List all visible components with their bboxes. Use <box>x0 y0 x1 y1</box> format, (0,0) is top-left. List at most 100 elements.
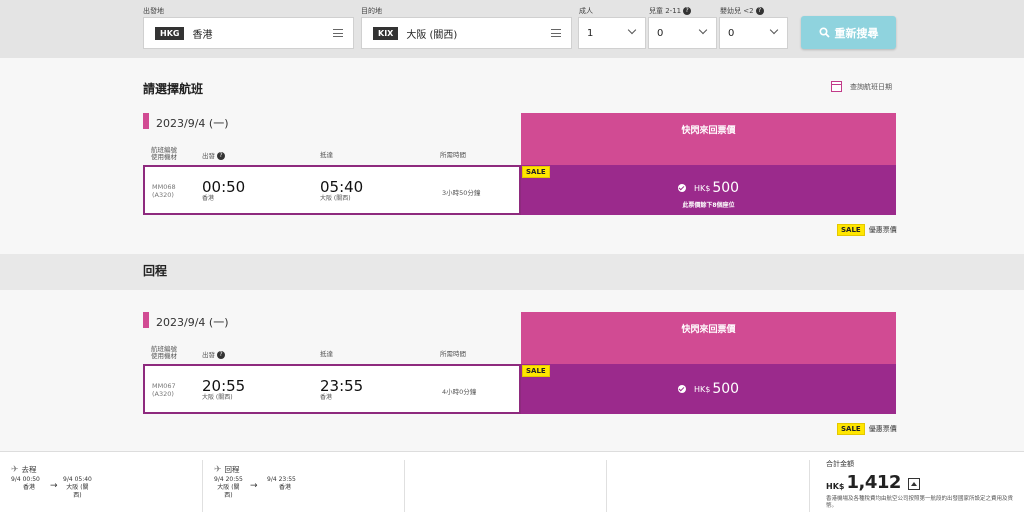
return-title-text: 回程 <box>224 465 240 474</box>
child-value: 0 <box>657 27 664 39</box>
col-duration-header: 所需時間 <box>440 151 466 159</box>
infant-label: 嬰幼兒 <2? <box>720 6 764 16</box>
adult-value: 1 <box>587 27 594 39</box>
arrow-icon: → <box>250 481 258 491</box>
return-heading: 回程 <box>143 264 168 278</box>
col-depart-header: 出發? <box>202 351 225 359</box>
check-flight-dates-link[interactable]: 查詢航班日期 <box>831 81 892 92</box>
outbound-summary: ✈ 去程 <box>11 464 37 475</box>
help-icon[interactable]: ? <box>217 152 225 160</box>
outbound-date: 2023/9/4 (一) <box>156 117 229 130</box>
outbound-arrival: 9/4 05:40 大阪 (關 西) <box>63 476 92 500</box>
return-dep-time: 9/4 20:55 <box>214 476 243 483</box>
return-fare-cell[interactable]: SALE HK$ 500 <box>521 364 896 414</box>
list-icon[interactable] <box>333 29 343 37</box>
return-dep-place-2: 西) <box>224 492 233 499</box>
sale-badge: SALE <box>522 365 550 377</box>
return-arr-place: 香港 <box>279 484 292 491</box>
help-icon[interactable]: ? <box>683 7 692 15</box>
search-icon <box>818 27 830 38</box>
arrival-place: 香港 <box>320 394 333 401</box>
return-departure: 9/4 20:55 大阪 (關 西) <box>214 476 243 500</box>
sale-legend: SALE 優惠票價 <box>837 423 897 435</box>
arrow-icon: → <box>50 481 58 491</box>
sale-badge: SALE <box>837 423 865 435</box>
arrival-place: 大阪 (關西) <box>320 195 351 202</box>
adult-label: 成人 <box>579 7 593 15</box>
return-dep-place: 大阪 (關 <box>217 484 240 491</box>
total-amount: 1,412 <box>846 472 901 493</box>
date-marker <box>143 113 149 129</box>
date-marker <box>143 312 149 328</box>
duration: 4小時0分鐘 <box>442 388 477 396</box>
sale-badge: SALE <box>837 224 865 236</box>
return-arrival: 9/4 23:55 香港 <box>267 476 296 492</box>
plane-icon: ✈ <box>11 464 19 475</box>
origin-city: 香港 <box>192 29 213 41</box>
origin-field[interactable]: HKG 香港 <box>143 17 354 49</box>
price-amount: 500 <box>712 381 740 397</box>
destination-field[interactable]: KIX 大阪 (關西) <box>361 17 572 49</box>
fare-price: HK$ 500 <box>521 381 896 397</box>
arrival-time: 05:40 <box>320 178 364 196</box>
col-flight-header: 航班編號 使用機材 <box>151 346 177 360</box>
seats-remaining: 此票價餘下8個座位 <box>682 202 735 209</box>
help-icon[interactable]: ? <box>217 351 225 359</box>
legend-text: 優惠票價 <box>868 226 897 234</box>
col-arrive-header: 抵達 <box>320 350 333 358</box>
col-depart-header: 出發? <box>202 152 225 160</box>
currency: HK$ <box>693 183 711 193</box>
flight-number: MM067 (A320) <box>152 382 176 398</box>
search-button-label: 重新搜尋 <box>834 26 879 40</box>
origin-code: HKG <box>155 26 185 40</box>
return-arr-time: 9/4 23:55 <box>267 476 296 483</box>
dest-label: 目的地 <box>361 7 382 15</box>
outbound-flight-row[interactable]: MM068 (A320) 00:50 香港 05:40 大阪 (關西) 3小時50… <box>143 165 521 215</box>
currency: HK$ <box>693 384 711 394</box>
chevron-down-icon <box>627 25 637 35</box>
search-bar: 出發地 HKG 香港 目的地 KIX 大阪 (關西) 成人 1 兒童 2-11?… <box>0 0 1024 58</box>
fare-price: HK$ 500 <box>521 180 896 196</box>
list-icon[interactable] <box>551 29 561 37</box>
col-depart-text: 出發 <box>202 152 215 160</box>
dest-city: 大阪 (關西) <box>406 29 458 41</box>
col-aircraft: 使用機材 <box>151 352 177 360</box>
total-label: 合計金額 <box>826 460 854 468</box>
departure-time: 00:50 <box>202 178 246 196</box>
outbound-arr-place: 大阪 (關 <box>66 484 89 491</box>
child-label: 兒童 2-11? <box>649 6 692 16</box>
return-summary-title: ✈ 回程 <box>214 464 240 475</box>
outbound-dep-place: 香港 <box>23 484 36 491</box>
divider <box>809 460 810 512</box>
chevron-down-icon <box>769 25 779 35</box>
sale-legend: SALE 優惠票價 <box>837 224 897 236</box>
outbound-arr-place-2: 西) <box>73 492 82 499</box>
infant-select[interactable]: 0 <box>719 17 788 49</box>
help-icon[interactable]: ? <box>755 7 764 15</box>
sale-badge: SALE <box>522 166 550 178</box>
origin-label: 出發地 <box>143 7 164 15</box>
adult-select[interactable]: 1 <box>578 17 646 49</box>
fare-header: 快閃來回票價 <box>521 113 896 166</box>
col-flight-header: 航班編號 使用機材 <box>151 147 177 161</box>
page-title: 請選擇航班 <box>143 82 204 96</box>
departure-place: 大阪 (關西) <box>202 394 233 401</box>
calendar-icon <box>831 81 842 92</box>
legend-text: 優惠票價 <box>868 425 897 433</box>
flight-number: MM068 (A320) <box>152 183 176 199</box>
outbound-arr-time: 9/4 05:40 <box>63 476 92 483</box>
total-currency: HK$ <box>826 482 845 491</box>
col-aircraft: 使用機材 <box>151 153 177 161</box>
outbound-dep-time: 9/4 00:50 <box>11 476 40 483</box>
infant-value: 0 <box>728 27 735 39</box>
outbound-summary-title: ✈ 去程 <box>11 464 37 475</box>
duration: 3小時50分鐘 <box>442 189 481 197</box>
outbound-fare-cell[interactable]: SALE HK$ 500 此票價餘下8個座位 <box>521 165 896 215</box>
col-arrive-header: 抵達 <box>320 151 333 159</box>
child-select[interactable]: 0 <box>648 17 717 49</box>
chevron-down-icon <box>698 25 708 35</box>
expand-details-button[interactable] <box>907 478 920 490</box>
search-again-button[interactable]: 重新搜尋 <box>801 16 896 49</box>
return-flight-row[interactable]: MM067 (A320) 20:55 大阪 (關西) 23:55 香港 4小時0分… <box>143 364 521 414</box>
return-summary: ✈ 回程 <box>214 464 240 475</box>
